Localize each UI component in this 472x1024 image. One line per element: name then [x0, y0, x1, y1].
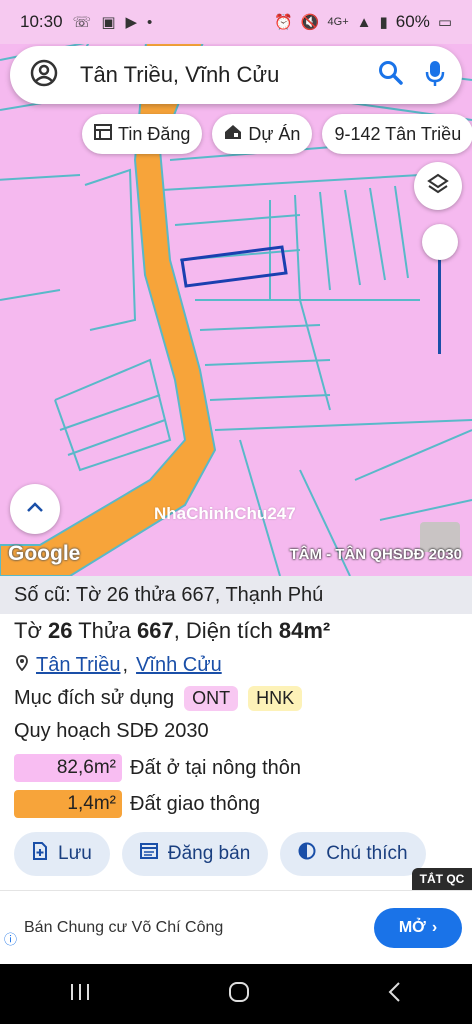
- account-icon[interactable]: [30, 59, 58, 92]
- parcel-address: Tân Triều, Vĩnh Cửu: [16, 654, 222, 677]
- old-reference: Số cũ: Tờ 26 thửa 667, Thạnh Phú: [0, 576, 472, 614]
- video-icon: ▶: [125, 14, 138, 31]
- map-credit: TÂM - TÂN QHSDĐ 2030: [289, 546, 462, 563]
- sheet-number: 26: [48, 618, 73, 643]
- action-buttons: Lưu Đăng bán Chú thích: [14, 832, 426, 876]
- signal-icon: ▮: [379, 14, 388, 31]
- plan-label-traffic: Đất giao thông: [130, 792, 261, 815]
- watermark: NhaChinhChu247: [154, 504, 296, 523]
- filter-chips: Tin Đăng Dự Án 9-142 Tân Triều: [82, 114, 472, 154]
- save-button-label: Lưu: [58, 843, 92, 864]
- badge-ont: ONT: [184, 686, 239, 711]
- hide-ads-button[interactable]: TẮT QC: [412, 868, 472, 890]
- save-button[interactable]: Lưu: [14, 832, 110, 876]
- parcel-summary: Tờ 26 Thửa 667, Diện tích 84m²: [14, 618, 330, 644]
- legend-button-label: Chú thích: [326, 843, 408, 864]
- alarm-icon: ⏰: [274, 14, 293, 31]
- search-icon[interactable]: [378, 60, 404, 91]
- recent-apps-icon[interactable]: [69, 982, 91, 1007]
- sheet-label: Tờ: [14, 618, 42, 643]
- system-nav-bar: [0, 964, 472, 1024]
- gallery-icon: ▣: [101, 14, 116, 31]
- google-logo: Google: [8, 542, 81, 565]
- wifi-icon: ▲: [356, 13, 372, 31]
- opacity-slider-track[interactable]: [438, 244, 441, 354]
- search-bar[interactable]: Tân Triều, Vĩnh Cửu: [10, 46, 462, 104]
- status-bar: 10:30 ☏ ▣ ▶ • ⏰ 🔇 4G+ ▲ ▮ 60% ▭: [0, 0, 472, 44]
- layers-icon: [426, 172, 450, 201]
- ward-link[interactable]: Tân Triều: [36, 654, 120, 677]
- layers-button[interactable]: [414, 162, 462, 210]
- plan-label-residential: Đất ở tại nông thôn: [130, 756, 302, 779]
- plan-row-residential: 82,6m² Đất ở tại nông thôn: [14, 754, 301, 782]
- clock: 10:30: [20, 12, 63, 31]
- land-use-purpose: Mục đích sử dụng ONT HNK: [14, 686, 303, 711]
- expand-panel-button[interactable]: [10, 484, 60, 534]
- ad-text: Bán Chung cư Võ Chí Công: [24, 918, 224, 936]
- network-type: 4G+: [327, 16, 349, 28]
- plan-area-residential: 82,6m²: [14, 754, 122, 782]
- chip-projects-label: Dự Án: [248, 123, 301, 144]
- search-input[interactable]: Tân Triều, Vĩnh Cửu: [80, 62, 378, 88]
- call-icon: ☏: [72, 14, 92, 31]
- dot-icon: •: [147, 13, 153, 31]
- battery-level: 60%: [395, 12, 430, 31]
- parcel-area: 84m²: [278, 618, 331, 643]
- legend-button[interactable]: Chú thích: [280, 832, 426, 876]
- chip-parcel-label: 9-142 Tân Triều: [334, 123, 462, 144]
- district-link[interactable]: Vĩnh Cửu: [136, 654, 222, 677]
- parcel-number: 667: [136, 618, 174, 643]
- ad-banner[interactable]: ⓘ Bán Chung cư Võ Chí Công MỞ ›: [0, 890, 472, 964]
- chevron-up-icon: [26, 500, 44, 518]
- plan-title: Quy hoạch SDĐ 2030: [14, 720, 209, 742]
- battery-icon: ▭: [437, 14, 452, 31]
- mute-icon: 🔇: [300, 14, 320, 31]
- chevron-right-icon: ›: [431, 918, 438, 936]
- project-house-icon: [224, 124, 242, 145]
- post-sale-icon: [139, 843, 158, 865]
- legend-icon: [298, 842, 316, 866]
- home-icon[interactable]: [228, 981, 250, 1008]
- purpose-label: Mục đích sử dụng: [14, 687, 175, 709]
- opacity-slider-knob[interactable]: [422, 224, 458, 260]
- post-sale-button[interactable]: Đăng bán: [121, 832, 269, 876]
- location-pin-icon: [16, 654, 28, 677]
- add-bookmark-icon: [32, 842, 48, 866]
- chip-projects[interactable]: Dự Án: [212, 114, 313, 154]
- ad-info-icon[interactable]: ⓘ: [4, 929, 17, 948]
- ad-open-label: MỞ: [398, 918, 426, 936]
- chip-parcel[interactable]: 9-142 Tân Triều: [322, 114, 472, 154]
- parcel-label: Thửa: [78, 618, 131, 643]
- plan-row-traffic: 1,4m² Đất giao thông: [14, 790, 260, 818]
- back-icon[interactable]: [387, 981, 403, 1008]
- area-label: , Diện tích: [173, 618, 273, 643]
- microphone-icon[interactable]: [424, 59, 446, 92]
- badge-hnk: HNK: [248, 686, 303, 711]
- ad-open-button[interactable]: MỞ ›: [374, 907, 462, 948]
- post-sale-button-label: Đăng bán: [167, 843, 251, 864]
- plan-area-traffic: 1,4m²: [14, 790, 122, 818]
- chip-listings[interactable]: Tin Đăng: [82, 114, 203, 154]
- chip-listings-label: Tin Đăng: [118, 123, 191, 144]
- listing-icon: [94, 123, 112, 145]
